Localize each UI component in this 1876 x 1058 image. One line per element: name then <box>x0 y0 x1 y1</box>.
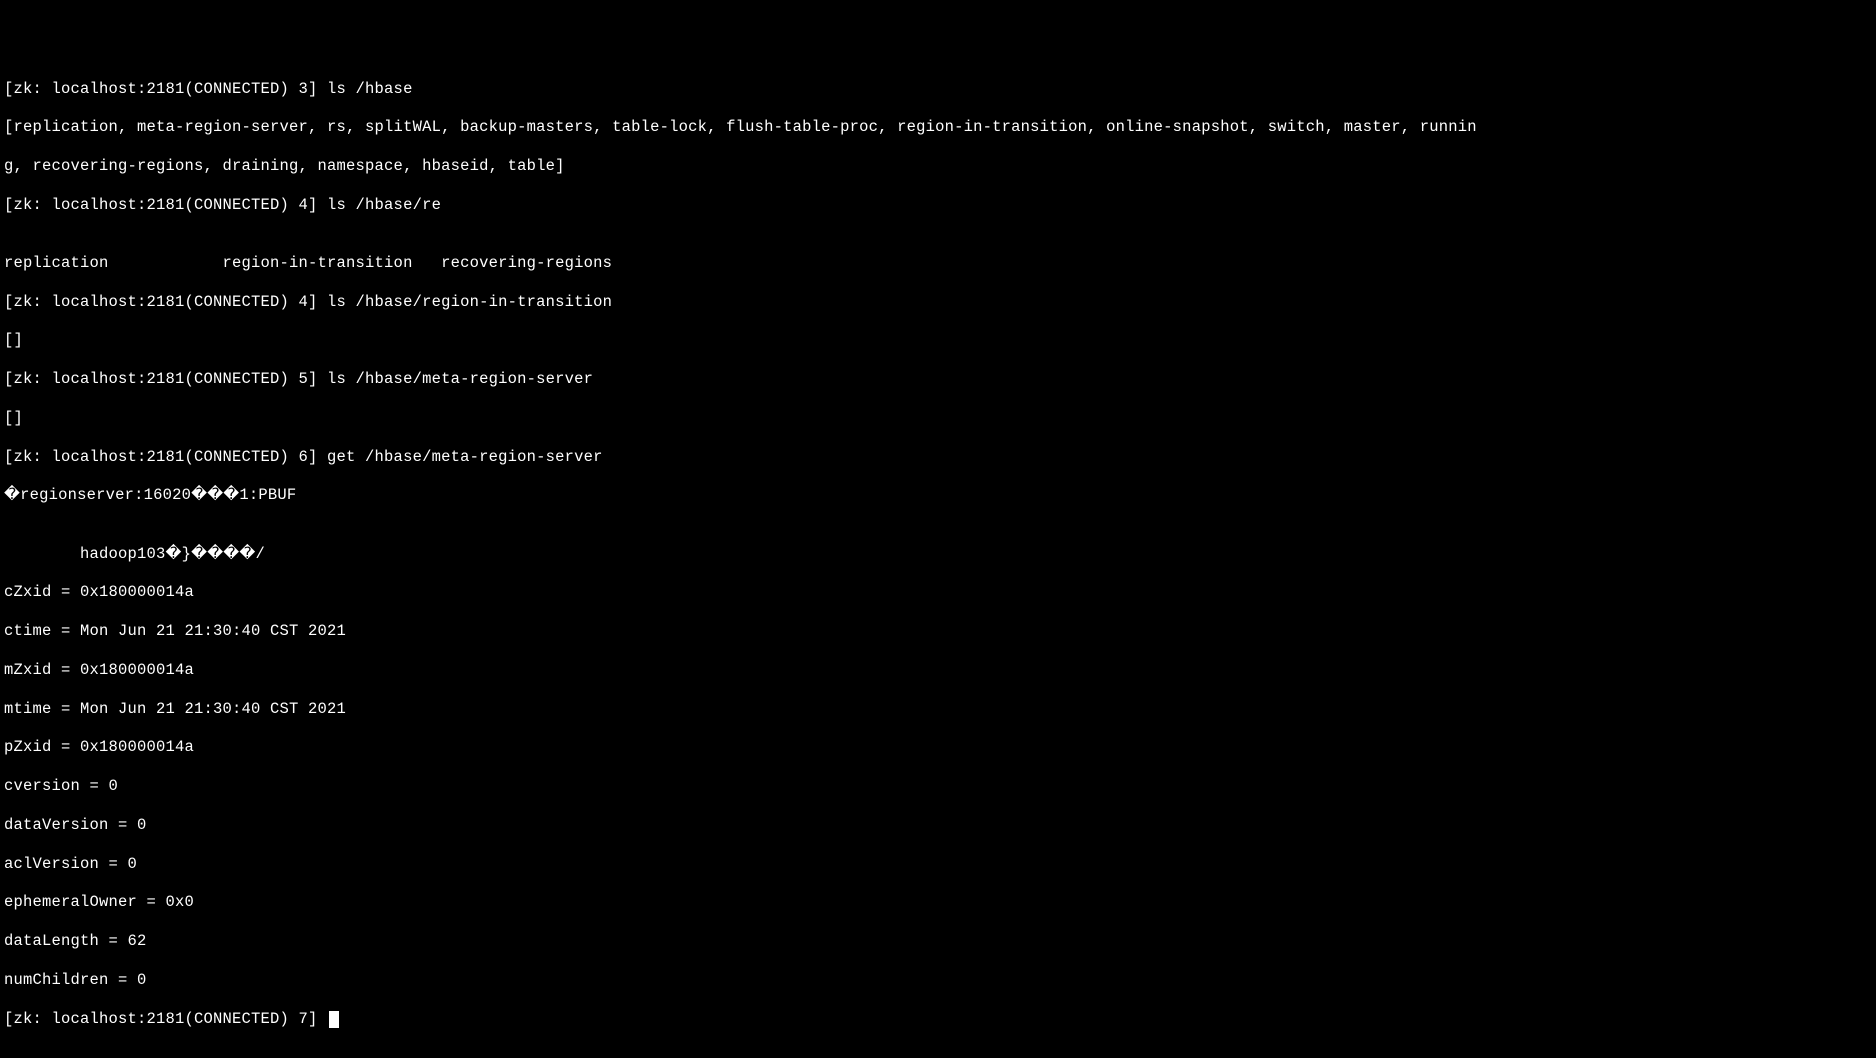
stat-mzxid: mZxid = 0x180000014a <box>4 661 1872 680</box>
prompt-text: [zk: localhost:2181(CONNECTED) 7] <box>4 1010 327 1028</box>
terminal-output: hadoop103�}����/ <box>4 545 1872 564</box>
terminal-prompt[interactable]: [zk: localhost:2181(CONNECTED) 7] <box>4 1010 1872 1029</box>
terminal-line: [zk: localhost:2181(CONNECTED) 4] ls /hb… <box>4 293 1872 312</box>
stat-aclversion: aclVersion = 0 <box>4 855 1872 874</box>
terminal-line: [zk: localhost:2181(CONNECTED) 3] ls /hb… <box>4 80 1872 99</box>
terminal-output: [] <box>4 409 1872 428</box>
cursor-icon <box>329 1011 339 1028</box>
terminal-line: [zk: localhost:2181(CONNECTED) 5] ls /hb… <box>4 370 1872 389</box>
stat-czxid: cZxid = 0x180000014a <box>4 583 1872 602</box>
stat-ephemeralowner: ephemeralOwner = 0x0 <box>4 893 1872 912</box>
stat-datalength: dataLength = 62 <box>4 932 1872 951</box>
terminal-output: [replication, meta-region-server, rs, sp… <box>4 118 1872 137</box>
terminal-line: [zk: localhost:2181(CONNECTED) 4] ls /hb… <box>4 196 1872 215</box>
terminal-output: [] <box>4 331 1872 350</box>
terminal-output: replication region-in-transition recover… <box>4 254 1872 273</box>
terminal-output: �regionserver:16020���1:PBUF <box>4 486 1872 505</box>
stat-ctime: ctime = Mon Jun 21 21:30:40 CST 2021 <box>4 622 1872 641</box>
terminal-line: [zk: localhost:2181(CONNECTED) 6] get /h… <box>4 448 1872 467</box>
stat-pzxid: pZxid = 0x180000014a <box>4 738 1872 757</box>
stat-mtime: mtime = Mon Jun 21 21:30:40 CST 2021 <box>4 700 1872 719</box>
stat-dataversion: dataVersion = 0 <box>4 816 1872 835</box>
stat-cversion: cversion = 0 <box>4 777 1872 796</box>
stat-numchildren: numChildren = 0 <box>4 971 1872 990</box>
terminal-output: g, recovering-regions, draining, namespa… <box>4 157 1872 176</box>
